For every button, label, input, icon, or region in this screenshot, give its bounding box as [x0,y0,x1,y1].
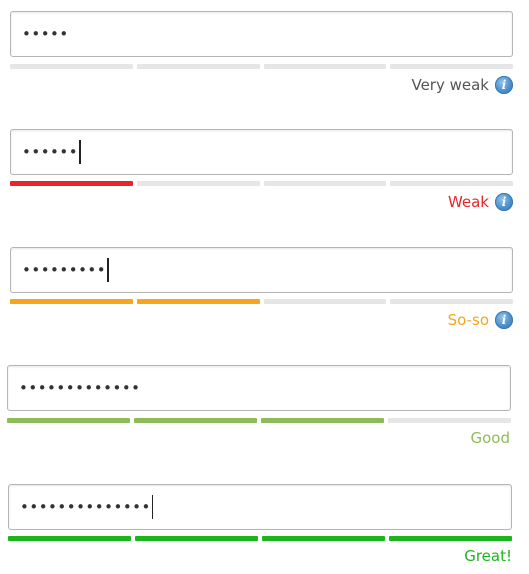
strength-label-very-weak: Very weak [411,75,489,94]
meter-segment [10,299,133,304]
password-field-weak[interactable]: •••••• [10,129,513,175]
strength-meter-great [8,536,512,541]
password-mask: •••••• [22,142,79,161]
text-caret [79,140,81,164]
info-icon[interactable]: i [495,311,513,329]
meter-segment [263,64,387,69]
meter-segment [8,536,131,541]
strength-label-row: So-so i [448,310,513,330]
meter-segment [7,418,130,423]
strength-label-great: Great! [464,546,512,565]
info-icon[interactable]: i [495,193,513,211]
info-icon[interactable]: i [495,76,513,94]
strength-label-row: Very weak i [411,75,513,95]
meter-segment [263,299,387,304]
meter-segment [261,418,384,423]
strength-label-row: Good [471,428,511,448]
strength-meter-very-weak [10,64,513,69]
strength-label-row: Great! [464,546,512,566]
password-mask: ••••••••••••• [19,378,141,397]
meter-segment [388,418,511,423]
meter-segment [10,181,133,186]
strength-meter-good [7,418,511,423]
password-mask: ••••• [22,24,69,43]
password-field-very-weak[interactable]: ••••• [10,11,513,57]
strength-label-weak: Weak [447,192,489,211]
meter-segment [136,181,260,186]
password-mask: ••••••••• [22,260,107,279]
strength-meter-weak [10,181,513,186]
text-caret [151,495,154,519]
meter-segment [134,418,257,423]
meter-segment [389,536,512,541]
password-field-good[interactable]: ••••••••••••• [7,365,511,411]
strength-meter-so-so [10,299,513,304]
strength-label-row: Weak i [448,192,513,212]
meter-segment [390,64,513,69]
strength-label-good: Good [470,428,511,447]
meter-segment [262,536,385,541]
password-field-great[interactable]: •••••••••••••• [8,484,512,530]
meter-segment [263,181,387,186]
meter-segment [136,299,260,304]
password-field-so-so[interactable]: ••••••••• [10,247,513,293]
strength-label-so-so: So-so [447,310,489,329]
text-caret [107,258,109,282]
password-mask: •••••••••••••• [20,497,151,516]
meter-segment [390,299,513,304]
meter-segment [135,536,258,541]
meter-segment [136,64,260,69]
meter-segment [10,64,133,69]
meter-segment [390,181,513,186]
